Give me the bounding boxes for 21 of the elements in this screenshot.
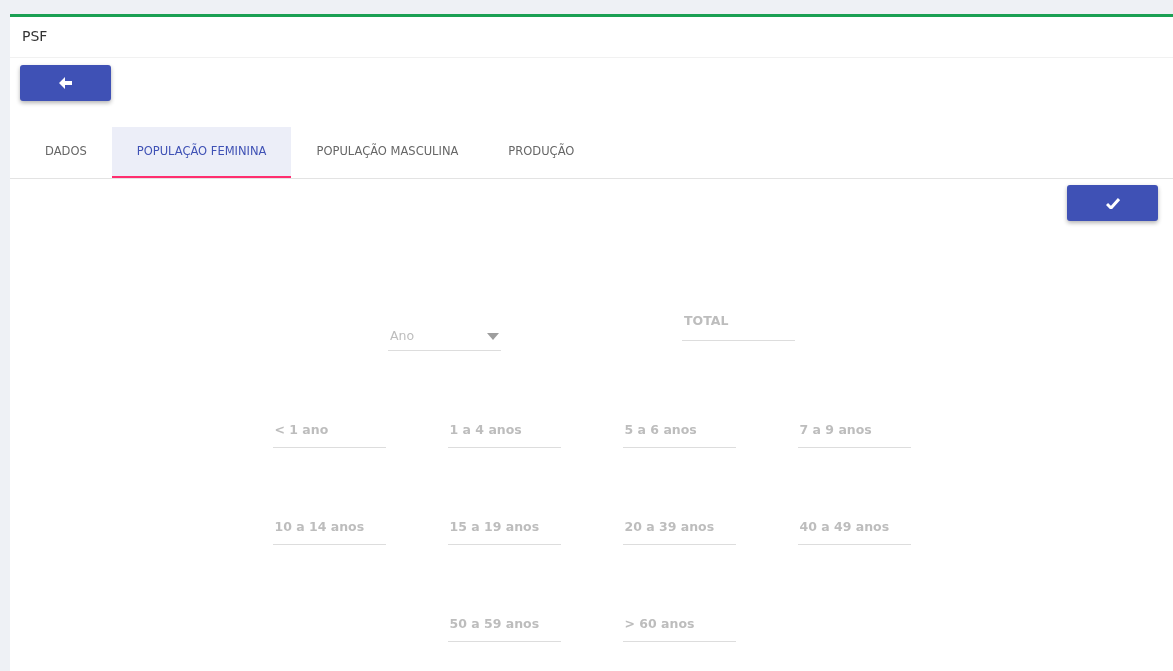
input-field[interactable]: 7 a 9 anos [797, 412, 911, 448]
input-field[interactable]: 50 a 59 anos [447, 606, 561, 642]
card-title: PSF [22, 28, 48, 44]
input-field[interactable]: > 60 anos [622, 606, 736, 642]
input-field[interactable]: 1 a 4 anos [447, 412, 561, 448]
total-field[interactable]: TOTAL [682, 309, 795, 341]
input-field[interactable]: 20 a 39 anos [622, 509, 736, 545]
input-field[interactable]: 40 a 49 anos [797, 509, 911, 545]
confirm-button[interactable] [1067, 185, 1158, 221]
input-field[interactable]: 15 a 19 anos [447, 509, 561, 545]
back-arrow-icon [58, 77, 73, 89]
input-field[interactable]: 5 a 6 anos [622, 412, 736, 448]
tab[interactable]: POPULAÇÃO MASCULINA [291, 127, 484, 178]
tab[interactable]: DADOS [20, 127, 112, 178]
back-button[interactable] [20, 65, 111, 101]
dropdown-caret-icon [487, 332, 499, 340]
input-field[interactable]: 10 a 14 anos [272, 509, 386, 545]
tab[interactable]: POPULAÇÃO FEMININA [111, 127, 292, 178]
input-field[interactable]: < 1 ano [272, 412, 386, 448]
tab[interactable]: PRODUÇÃO [483, 127, 600, 178]
check-icon [1105, 197, 1120, 209]
